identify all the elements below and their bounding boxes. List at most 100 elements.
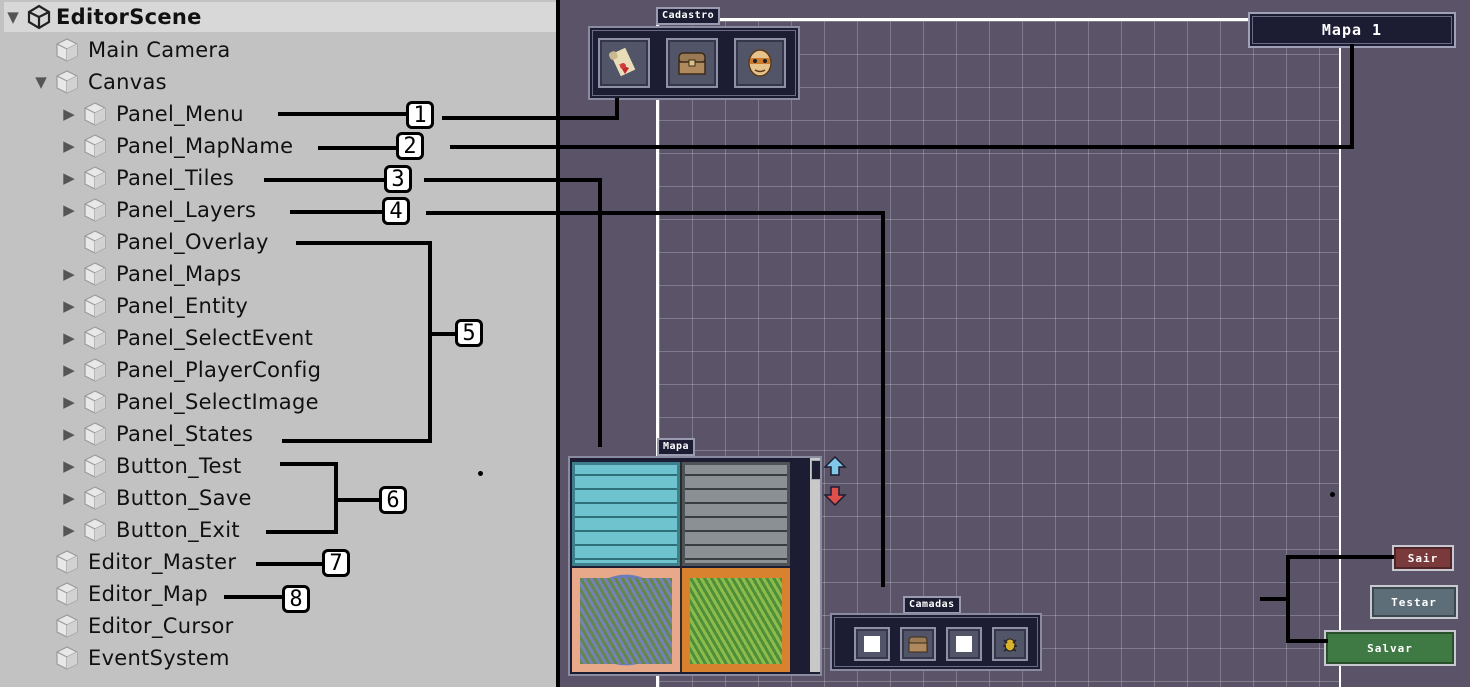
layers-panel [830,613,1042,671]
expand-arrow-icon[interactable]: ▶ [60,297,78,315]
menu-slot-scroll[interactable] [598,38,650,88]
hierarchy-item-label: EventSystem [88,646,230,670]
expand-arrow-icon[interactable]: ▶ [60,457,78,475]
tiles-scrollbar[interactable] [808,458,820,672]
arrow-up-icon[interactable] [823,456,847,476]
hierarchy-item-label: Panel_SelectEvent [116,326,314,350]
hierarchy-item-label: Editor_Cursor [88,614,234,638]
scene-name: EditorScene [56,5,202,29]
hierarchy-item-eventsystem[interactable]: EventSystem [32,642,230,674]
expand-arrow-icon[interactable]: ▼ [4,8,22,26]
gameobject-cube-icon [82,485,108,511]
gameobject-cube-icon [54,549,80,575]
menu-panel-title: Cadastro [656,7,721,25]
arrow-down-icon[interactable] [823,486,847,506]
scene-row[interactable]: ▼ EditorScene [4,2,556,32]
tiles-panel-title: Mapa [657,438,696,456]
hierarchy-item-label: Panel_MapName [116,134,294,158]
gameobject-cube-icon [82,453,108,479]
hierarchy-item-editor-cursor[interactable]: Editor_Cursor [32,610,234,642]
hierarchy-item-label: Panel_PlayerConfig [116,358,322,382]
hierarchy-item-label: Button_Save [116,486,252,510]
mask-icon [748,49,772,77]
empty-layer-icon [956,636,972,652]
hierarchy-item-panel-playerconfig[interactable]: ▶ Panel_PlayerConfig [60,354,321,386]
hierarchy-item-button-save[interactable]: ▶ Button_Save [60,482,252,514]
gameobject-cube-icon [82,357,108,383]
annotation-badge-4: 4 [382,197,410,225]
stray-dot [1330,492,1335,497]
layer-slot-1[interactable] [854,627,890,661]
gameobject-cube-icon [82,165,108,191]
hierarchy-item-panel-selectevent[interactable]: ▶ Panel_SelectEvent [60,322,313,354]
hierarchy-item-panel-mapname[interactable]: ▶ Panel_MapName [60,130,293,162]
hierarchy-item-label: Main Camera [88,38,231,62]
chest-icon [678,52,706,75]
purple-grass-tile[interactable] [572,568,680,672]
test-button[interactable]: Testar [1370,585,1458,619]
expand-arrow-icon[interactable]: ▶ [60,521,78,539]
layers-panel-title: Camadas [903,596,961,614]
hierarchy-item-panel-overlay[interactable]: Panel_Overlay [60,226,269,258]
expand-arrow-icon[interactable]: ▶ [60,265,78,283]
stray-dot [478,471,483,476]
hierarchy-item-panel-states[interactable]: ▶ Panel_States [60,418,253,450]
hierarchy-item-panel-menu[interactable]: ▶ Panel_Menu [60,98,244,130]
hierarchy-item-main-camera[interactable]: Main Camera [32,34,231,66]
gameobject-cube-icon [54,581,80,607]
gameobject-cube-icon [82,517,108,543]
hierarchy-item-label: Button_Exit [116,518,240,542]
layer-slot-2[interactable] [900,627,936,661]
hierarchy-item-panel-layers[interactable]: ▶ Panel_Layers [60,194,256,226]
save-button[interactable]: Salvar [1324,630,1456,666]
hierarchy-item-editor-master[interactable]: Editor_Master [32,546,236,578]
scrollbar-thumb[interactable] [811,460,820,480]
map-name-panel: Mapa 1 [1248,12,1456,48]
menu-panel [588,26,800,100]
expand-arrow-icon[interactable]: ▶ [60,425,78,443]
hierarchy-item-button-exit[interactable]: ▶ Button_Exit [60,514,240,546]
annotation-badge-8: 8 [282,585,310,613]
expand-arrow-icon[interactable]: ▶ [60,169,78,187]
expand-arrow-icon[interactable]: ▶ [60,393,78,411]
gameobject-cube-icon [82,229,108,255]
gameobject-cube-icon [54,613,80,639]
hierarchy-item-panel-tiles[interactable]: ▶ Panel_Tiles [60,162,234,194]
expand-arrow-icon[interactable]: ▶ [60,137,78,155]
annotation-badge-1: 1 [406,101,434,129]
layer-slot-4[interactable] [992,627,1028,661]
scroll-icon [609,47,636,77]
expand-arrow-icon[interactable]: ▶ [60,489,78,507]
hierarchy-item-label: Panel_Menu [116,102,244,126]
hierarchy-item-label: Canvas [88,70,167,94]
hierarchy-item-label: Panel_Entity [116,294,249,318]
gameobject-cube-icon [82,389,108,415]
hierarchy-item-editor-map[interactable]: Editor_Map [32,578,208,610]
expand-arrow-icon[interactable]: ▶ [60,361,78,379]
expand-arrow-icon[interactable]: ▼ [32,73,50,91]
annotation-badge-7: 7 [322,549,350,577]
expand-arrow-icon[interactable]: ▶ [60,105,78,123]
hierarchy-item-label: Panel_Layers [116,198,257,222]
hierarchy-item-panel-selectimage[interactable]: ▶ Panel_SelectImage [60,386,319,418]
exit-button[interactable]: Sair [1392,545,1454,571]
gameobject-cube-icon [82,101,108,127]
hierarchy-item-button-test[interactable]: ▶ Button_Test [60,450,242,482]
hierarchy-item-panel-maps[interactable]: ▶ Panel_Maps [60,258,241,290]
green-grass-tile[interactable] [682,568,790,672]
gameobject-cube-icon [82,261,108,287]
empty-layer-icon [864,636,880,652]
hierarchy-item-label: Panel_Tiles [116,166,235,190]
cyan-brick-tile[interactable] [572,462,680,566]
menu-slot-chest[interactable] [666,38,718,88]
gray-brick-tile[interactable] [682,462,790,566]
gameobject-cube-icon [82,133,108,159]
expand-arrow-icon[interactable]: ▶ [60,329,78,347]
expand-arrow-icon[interactable]: ▶ [60,201,78,219]
gameobject-cube-icon [54,37,80,63]
layer-slot-3[interactable] [946,627,982,661]
hierarchy-item-canvas[interactable]: ▼ Canvas [32,66,167,98]
annotation-badge-2: 2 [396,132,424,160]
hierarchy-item-panel-entity[interactable]: ▶ Panel_Entity [60,290,248,322]
menu-slot-mask[interactable] [734,38,786,88]
